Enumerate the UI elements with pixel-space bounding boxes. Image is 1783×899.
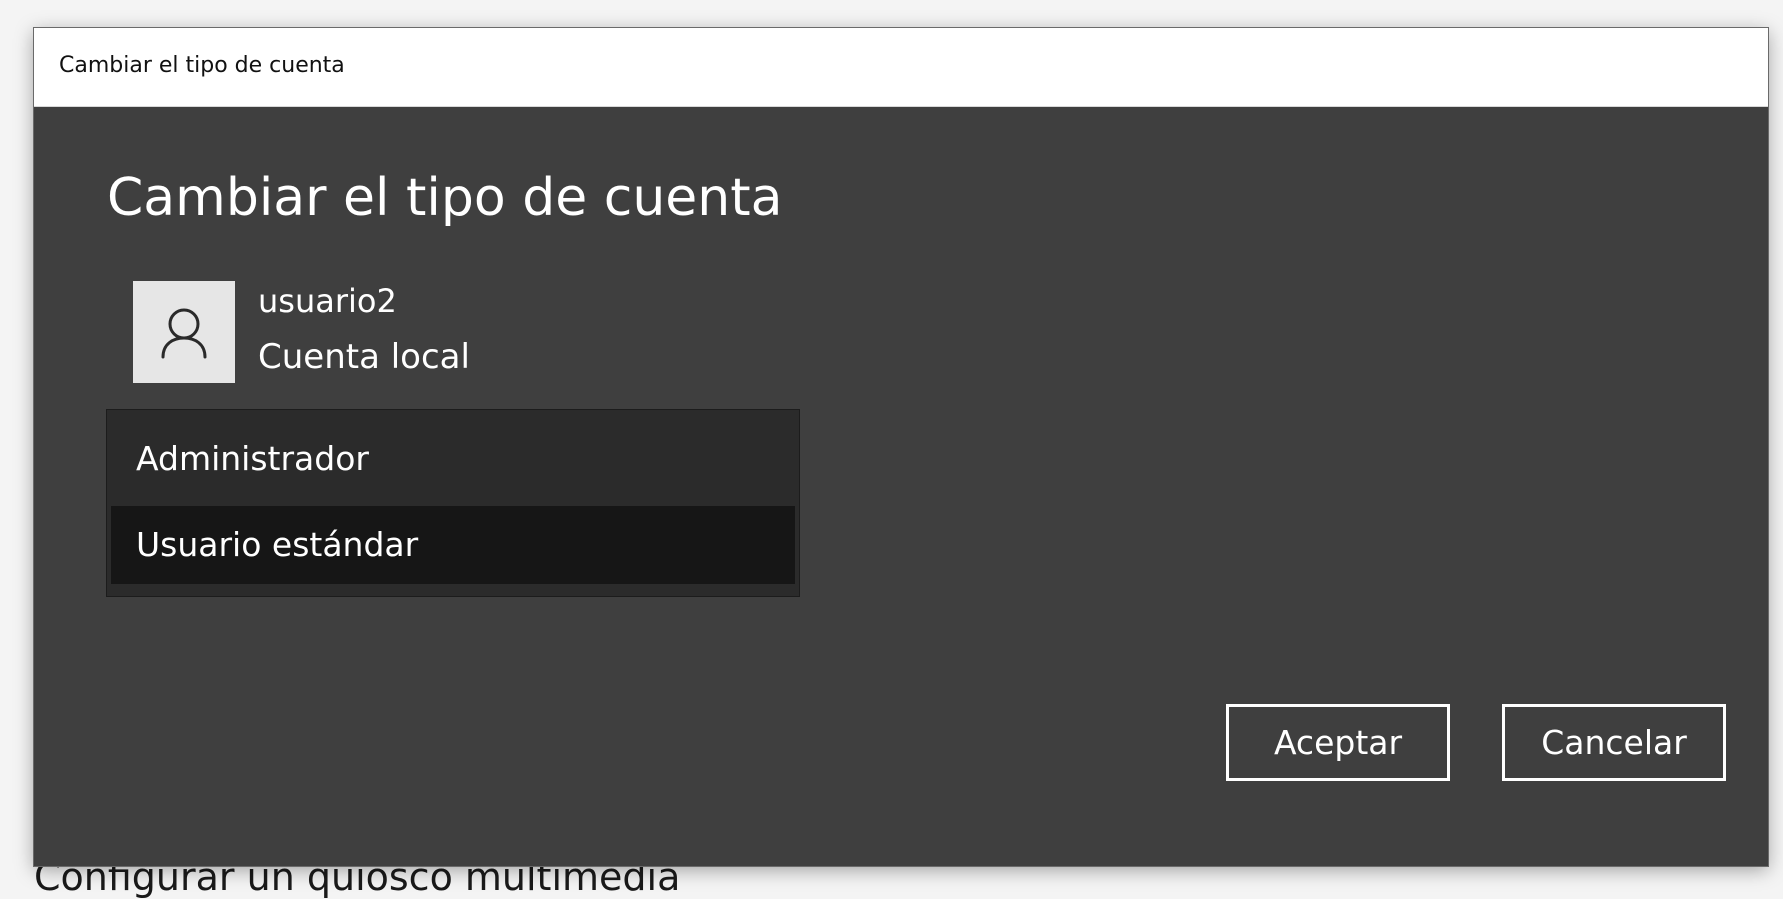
account-type-listbox[interactable]: Administrador Usuario estándar xyxy=(106,409,800,597)
user-name: usuario2 xyxy=(258,282,397,320)
window-title: Cambiar el tipo de cuenta xyxy=(59,53,345,78)
dialog-heading: Cambiar el tipo de cuenta xyxy=(107,168,783,228)
change-account-type-dialog: Cambiar el tipo de cuenta Cambiar el tip… xyxy=(34,28,1768,866)
person-icon xyxy=(161,308,207,359)
account-kind: Cuenta local xyxy=(258,337,470,377)
dialog-titlebar: Cambiar el tipo de cuenta xyxy=(34,28,1768,107)
ok-button[interactable]: Aceptar xyxy=(1226,704,1450,781)
cancel-button[interactable]: Cancelar xyxy=(1502,704,1726,781)
avatar xyxy=(133,281,235,383)
option-administrator[interactable]: Administrador xyxy=(111,414,795,504)
option-standard-user[interactable]: Usuario estándar xyxy=(111,506,795,584)
